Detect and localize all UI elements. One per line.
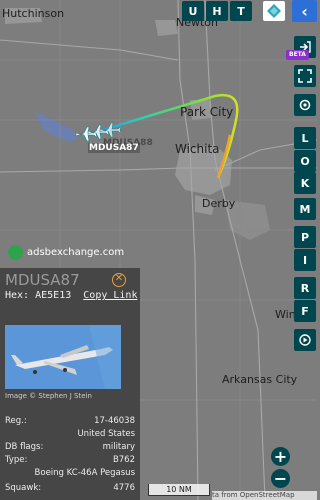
side-f-button[interactable]: F bbox=[294, 300, 316, 322]
side-o-button[interactable]: O bbox=[294, 150, 316, 172]
callsign-title: MDUSA87 bbox=[5, 271, 80, 289]
side-l-button[interactable]: L bbox=[294, 127, 316, 149]
info-value: 4776 bbox=[113, 483, 135, 493]
watermark-text: adsbexchange.com bbox=[27, 247, 125, 258]
city-label: Hutchinson bbox=[2, 7, 65, 20]
toolbar-t-button[interactable]: T bbox=[230, 1, 252, 21]
adsb-logo-icon bbox=[8, 245, 23, 260]
hex-label: Hex: bbox=[5, 290, 30, 301]
settings-icon[interactable] bbox=[263, 1, 285, 21]
photo-credit: Image © Stephen J Stein bbox=[5, 392, 92, 400]
hex-line: Hex: AE5E13 Copy Link bbox=[5, 290, 137, 301]
info-key: Type: bbox=[5, 455, 28, 465]
fullscreen-icon[interactable] bbox=[294, 65, 316, 87]
city-label: Arkansas City bbox=[222, 373, 298, 386]
side-r-button[interactable]: R bbox=[294, 277, 316, 299]
hex-value: AE5E13 bbox=[35, 290, 72, 301]
copy-link[interactable]: Copy Link bbox=[83, 290, 137, 301]
aircraft-info-panel: MDUSA87 ✕ Hex: AE5E13 Copy Link Image © … bbox=[0, 268, 140, 500]
close-icon[interactable]: ✕ bbox=[112, 273, 126, 287]
scale-bar: 10 NM bbox=[148, 484, 210, 496]
map-attribution[interactable]: ta from OpenStreetMap bbox=[212, 491, 317, 500]
info-value: B762 bbox=[112, 455, 135, 465]
aircraft-label[interactable]: MDUSA87 bbox=[88, 143, 140, 153]
side-k-button[interactable]: K bbox=[294, 172, 316, 194]
city-label: Wichita bbox=[175, 142, 220, 156]
watermark: adsbexchange.com bbox=[8, 245, 124, 260]
toolbar-h-button[interactable]: H bbox=[206, 1, 228, 21]
zoom-out-button[interactable]: − bbox=[271, 469, 290, 488]
aircraft-photo[interactable] bbox=[5, 325, 121, 389]
info-value: United States bbox=[77, 429, 135, 439]
info-value: military bbox=[102, 442, 135, 452]
side-i-button[interactable]: I bbox=[294, 249, 316, 271]
info-value: Boeing KC-46A Pegasus bbox=[34, 468, 135, 478]
info-value: 17-46038 bbox=[94, 416, 135, 426]
collapse-sidebar-button[interactable]: ‹ bbox=[292, 0, 317, 22]
gear-icon[interactable] bbox=[294, 94, 316, 116]
city-label: Win bbox=[275, 308, 296, 321]
beta-badge: BETA bbox=[286, 50, 309, 60]
side-m-button[interactable]: M bbox=[294, 198, 316, 220]
info-key: Squawk: bbox=[5, 483, 42, 493]
side-p-button[interactable]: P bbox=[294, 226, 316, 248]
info-key: Reg.: bbox=[5, 416, 27, 426]
info-key: DB flags: bbox=[5, 442, 44, 452]
city-label: Derby bbox=[202, 197, 236, 210]
toolbar-u-button[interactable]: U bbox=[182, 1, 204, 21]
zoom-in-button[interactable]: + bbox=[271, 447, 290, 466]
replay-icon[interactable] bbox=[294, 329, 316, 351]
city-label: Park City bbox=[180, 105, 234, 119]
